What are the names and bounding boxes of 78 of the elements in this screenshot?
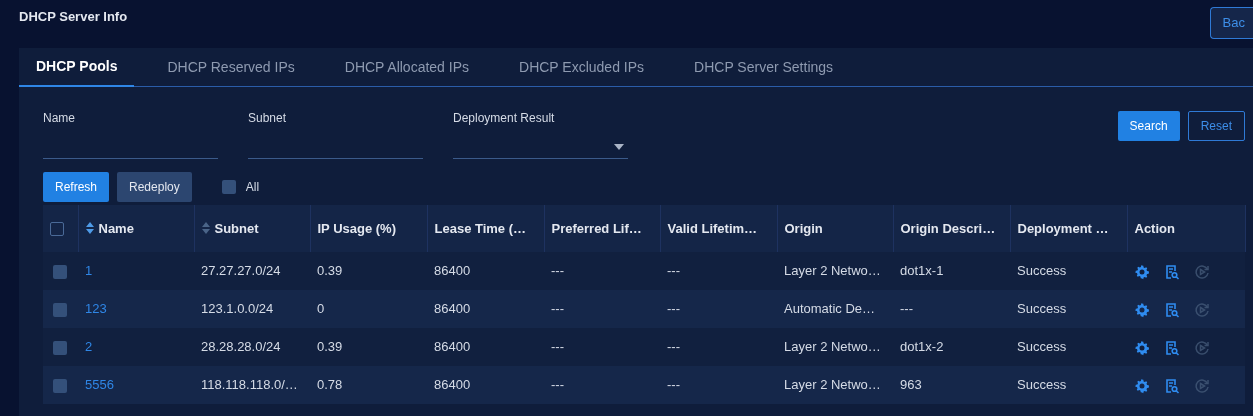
column-header: Valid Lifetim…: [660, 205, 777, 252]
reset-button[interactable]: Reset: [1187, 111, 1245, 141]
back-button[interactable]: Bac: [1209, 7, 1253, 39]
refresh-button[interactable]: Refresh: [43, 172, 110, 202]
checkbox[interactable]: [50, 222, 64, 237]
checkbox[interactable]: [221, 180, 236, 194]
tab[interactable]: DHCP Reserved IPs: [150, 48, 312, 87]
search-button[interactable]: Search: [1117, 111, 1180, 141]
table-cell: ---: [544, 252, 660, 290]
column-header: IP Usage (%): [310, 205, 427, 252]
table-cell: Success: [1010, 328, 1127, 366]
tab[interactable]: DHCP Server Settings: [677, 48, 851, 87]
name-link[interactable]: 2: [78, 328, 194, 366]
table-cell: 86400: [427, 290, 544, 328]
column-header: Deployment …: [1010, 205, 1127, 252]
tab[interactable]: DHCP Pools: [19, 48, 135, 87]
settings-icon[interactable]: [1134, 377, 1150, 394]
table-cell: Layer 2 Netwo…: [777, 366, 893, 404]
name-link[interactable]: 5556: [78, 366, 194, 404]
table-cell: ---: [893, 290, 1010, 328]
document-search-icon[interactable]: [1164, 377, 1180, 394]
table-cell: 86400: [427, 252, 544, 290]
table-cell: 118.118.118.0/…: [194, 366, 310, 404]
table-cell: 0.39: [310, 328, 427, 366]
settings-icon[interactable]: [1134, 263, 1150, 280]
table-cell: dot1x-1: [893, 252, 1010, 290]
redeploy-button[interactable]: Redeploy: [117, 172, 192, 202]
table-cell: 123.1.0.0/24: [194, 290, 310, 328]
table-cell: dot1x-2: [893, 328, 1010, 366]
name-link[interactable]: 1: [78, 252, 194, 290]
column-header: Lease Time (…: [427, 205, 544, 252]
checkbox[interactable]: [53, 264, 67, 279]
column-header: Origin: [777, 205, 893, 252]
checkbox[interactable]: [53, 302, 67, 317]
tab[interactable]: DHCP Excluded IPs: [502, 48, 662, 87]
table-cell: ---: [544, 366, 660, 404]
settings-icon[interactable]: [1134, 301, 1150, 318]
sort-icon[interactable]: [201, 221, 210, 234]
table-cell: ---: [660, 252, 777, 290]
table-cell: 86400: [427, 366, 544, 404]
checkbox[interactable]: [53, 378, 67, 393]
document-search-icon[interactable]: [1164, 301, 1180, 318]
table-cell: Layer 2 Netwo…: [777, 252, 893, 290]
sort-icon[interactable]: [85, 221, 94, 234]
table-cell: 963: [893, 366, 1010, 404]
table-cell: 0.39: [310, 252, 427, 290]
document-search-icon[interactable]: [1164, 339, 1180, 356]
settings-icon[interactable]: [1134, 339, 1150, 356]
table-cell: Success: [1010, 290, 1127, 328]
table-cell: 0: [310, 290, 427, 328]
column-header: Origin Descri…: [893, 205, 1010, 252]
table-cell: 86400: [427, 328, 544, 366]
table-cell: Layer 2 Netwo…: [777, 328, 893, 366]
table-cell: 28.28.28.0/24: [194, 328, 310, 366]
table-cell: 27.27.27.0/24: [194, 252, 310, 290]
field-label: Name: [43, 110, 76, 127]
table-cell: ---: [544, 290, 660, 328]
page-title: DHCP Server Info: [19, 8, 128, 26]
table-cell: Success: [1010, 252, 1127, 290]
document-search-icon[interactable]: [1164, 263, 1180, 280]
column-header[interactable]: Name: [78, 205, 194, 252]
table-cell: ---: [660, 290, 777, 328]
field-label: Deployment Result: [453, 110, 556, 127]
checkbox[interactable]: [53, 340, 67, 355]
table-cell: ---: [660, 366, 777, 404]
table-cell: Automatic De…: [777, 290, 893, 328]
table-cell: ---: [660, 328, 777, 366]
table-cell: Success: [1010, 366, 1127, 404]
column-header: Preferred Lif…: [544, 205, 660, 252]
caret-icon: [614, 143, 624, 150]
column-header[interactable]: Subnet: [194, 205, 310, 252]
tab[interactable]: DHCP Allocated IPs: [327, 48, 487, 87]
name-link[interactable]: 123: [78, 290, 194, 328]
table-cell: ---: [544, 328, 660, 366]
table-cell: 0.78: [310, 366, 427, 404]
column-header: Action: [1127, 205, 1245, 252]
all-label: All: [245, 179, 260, 196]
field-label: Subnet: [248, 110, 288, 127]
